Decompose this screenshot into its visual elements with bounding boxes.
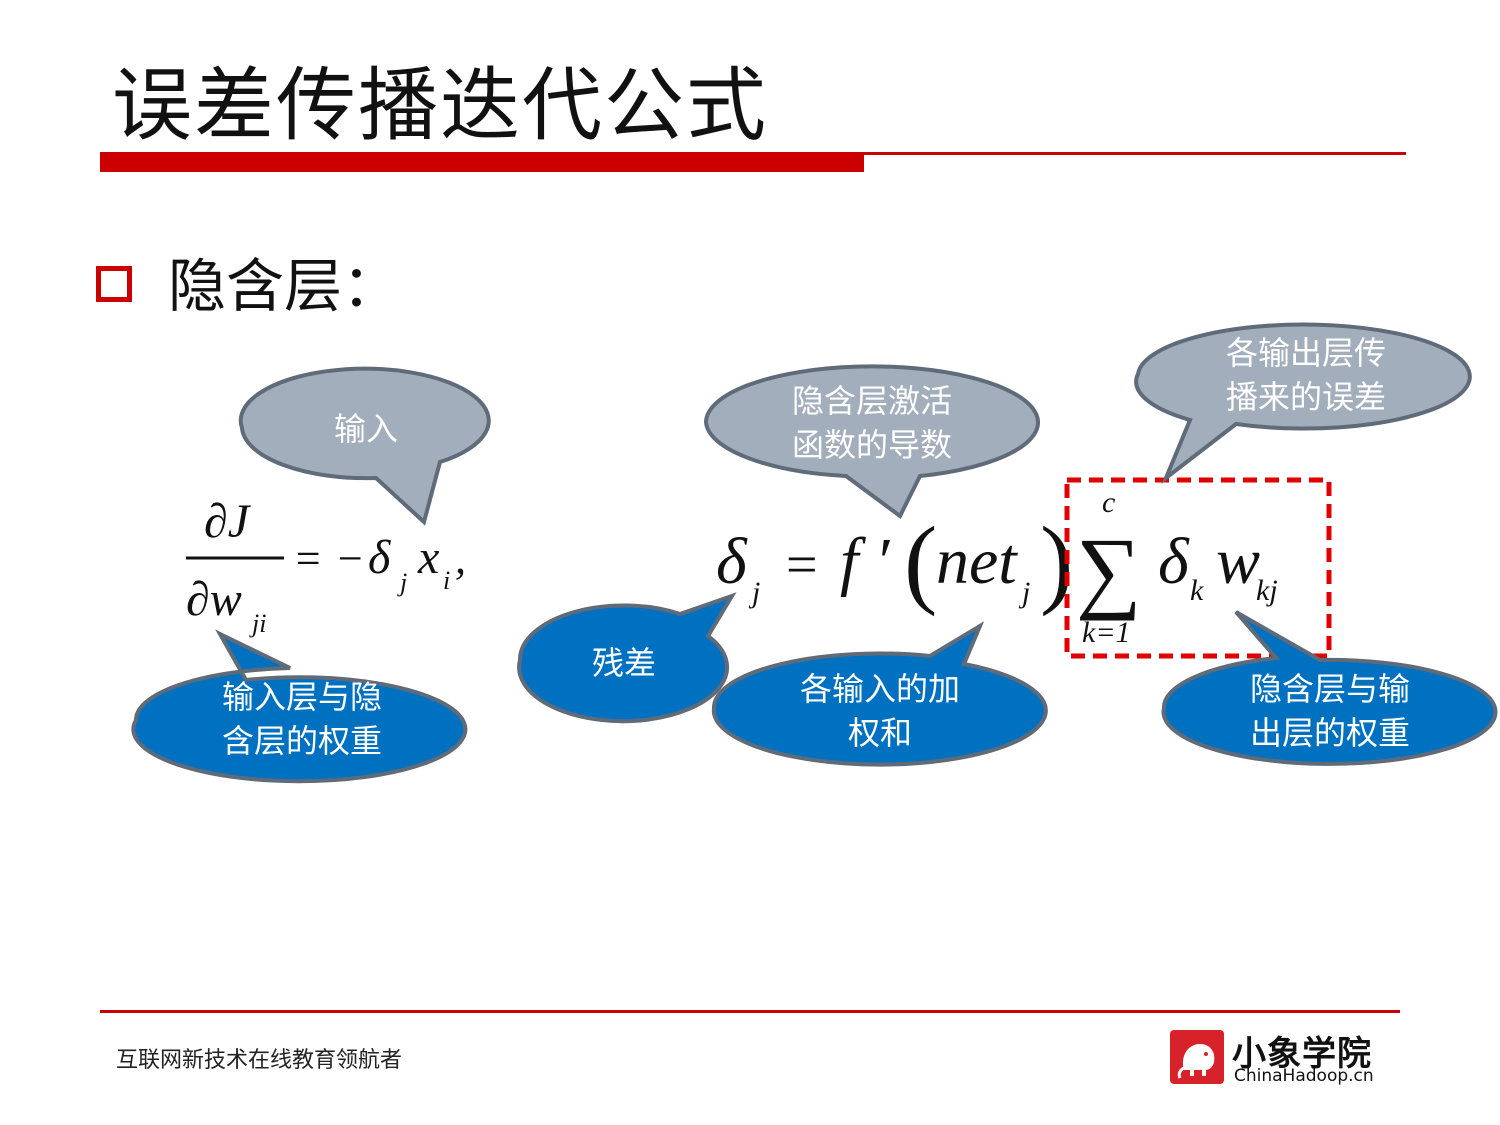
formula-right: δ j = f ′ ( net j ) ∑ c k=1 δ k w kj — [716, 486, 1278, 649]
right-delta-sub: j — [748, 576, 760, 609]
formula-diagram: ∂J ∂w ji = − δ j x i , δ j = f ′ ( net j… — [131, 322, 1498, 784]
left-equals: = — [293, 534, 323, 583]
right-f-prime: f ′ — [840, 525, 891, 598]
left-delta-sub: j — [397, 568, 407, 597]
callout-input-text: 输入 — [334, 410, 398, 448]
right-equals: = — [786, 534, 818, 596]
callout-output-error-line1: 各输出层传 — [1226, 334, 1386, 372]
callout-output-error-line2: 播来的误差 — [1226, 378, 1386, 416]
brand-logo: 小象学院 ChinaHadoop.cn — [1170, 1028, 1390, 1088]
footer-divider — [100, 1010, 1400, 1013]
right-net: net — [936, 525, 1018, 598]
callout-weighted-sum-line2: 权和 — [848, 714, 912, 752]
left-denominator: ∂w — [186, 573, 242, 626]
right-delta-k-sub: k — [1190, 574, 1204, 607]
callout-weights-ho-line2: 出层的权重 — [1250, 714, 1410, 752]
logo-english-name: ChinaHadoop.cn — [1234, 1066, 1374, 1086]
right-w-sub: kj — [1256, 574, 1278, 607]
left-denominator-sub: ji — [249, 609, 266, 638]
callout-weights-ih-line1: 输入层与隐 — [222, 678, 382, 716]
callout-weighted-sum-line1: 各输入的加 — [800, 670, 960, 708]
left-delta: δ — [368, 531, 391, 584]
elephant-logo-icon — [1170, 1030, 1224, 1084]
callout-weights-ho-line1: 隐含层与输 — [1250, 670, 1410, 708]
callout-residual-text: 残差 — [592, 644, 656, 682]
left-x-sub: i — [443, 566, 450, 595]
right-delta-k: δ — [1158, 525, 1190, 598]
right-net-sub: j — [1018, 576, 1030, 609]
right-delta: δ — [716, 525, 748, 598]
callout-activation-line2: 函数的导数 — [792, 426, 952, 464]
left-minus: − — [335, 534, 365, 583]
left-numerator: ∂J — [204, 495, 252, 548]
left-comma: , — [455, 534, 466, 583]
footer-slogan: 互联网新技术在线教育领航者 — [116, 1048, 403, 1073]
right-open-paren: ( — [904, 506, 937, 617]
callout-weights-ih-line2: 含层的权重 — [222, 722, 382, 760]
right-sum-symbol: ∑ — [1076, 519, 1142, 621]
right-sum-upper: c — [1102, 486, 1115, 519]
right-sum-lower: k=1 — [1082, 616, 1131, 649]
callout-activation-line1: 隐含层激活 — [792, 382, 952, 420]
right-w: w — [1216, 525, 1260, 598]
left-x: x — [417, 531, 439, 584]
